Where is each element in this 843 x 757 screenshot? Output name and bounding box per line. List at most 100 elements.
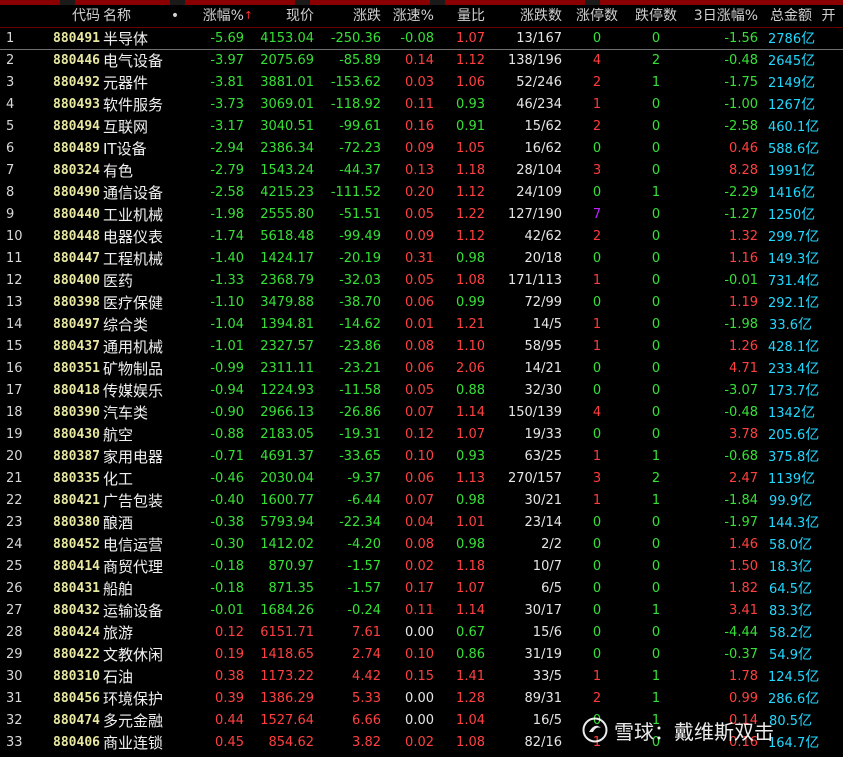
header-chg3[interactable]: 3日涨幅%: [690, 5, 758, 27]
sector-table-body: 1 880491 半导体 -5.69 4153.04 -250.36 -0.08 1.07 13…: [0, 28, 843, 754]
total-amount: 2149亿: [768, 72, 815, 94]
header-ud[interactable]: 涨跌数: [494, 5, 562, 27]
change-amount: -22.34: [339, 515, 381, 530]
header-dot[interactable]: •: [170, 5, 180, 27]
change-amount: 7.61: [352, 625, 381, 640]
table-row[interactable]: 13 880398 医疗保健 -1.10 3479.88 -38.70 0.06 0.99 72…: [0, 292, 843, 314]
table-row[interactable]: 18 880390 汽车类 -0.90 2966.13 -26.86 0.07 1.14 150…: [0, 402, 843, 424]
header-more[interactable]: 开: [814, 5, 843, 27]
change-percent: -3.73: [210, 97, 244, 112]
table-row[interactable]: 7 880324 有色 -2.79 1543.24 -44.37 0.13 1.18 28/10…: [0, 160, 843, 182]
table-row[interactable]: 1 880491 半导体 -5.69 4153.04 -250.36 -0.08 1.07 13…: [0, 28, 843, 50]
sector-name: 有色: [103, 162, 134, 180]
table-row[interactable]: 6 880489 IT设备 -2.94 2386.34 -72.23 0.09 1.05 16/…: [0, 138, 843, 160]
table-row[interactable]: 12 880400 医药 -1.33 2368.79 -32.03 0.05 1.08 171/…: [0, 270, 843, 292]
change-speed: 0.07: [405, 493, 434, 508]
total-amount-value: 233.4: [768, 362, 806, 377]
row-index: 21: [6, 471, 23, 486]
table-row[interactable]: 28 880424 旅游 0.12 6151.71 7.61 0.00 0.67 15/6 0 0 -…: [0, 622, 843, 644]
table-row[interactable]: 29 880422 文教休闲 0.19 1418.65 2.74 0.10 0.86 31/19…: [0, 644, 843, 666]
limit-up-count: 0: [592, 185, 602, 200]
total-amount: 1991亿: [768, 160, 815, 182]
header-chg[interactable]: 涨幅% ↑: [182, 5, 253, 27]
table-row[interactable]: 5 880494 互联网 -3.17 3040.51 -99.61 0.16 0.91 15/6…: [0, 116, 843, 138]
total-amount-unit: 亿: [805, 449, 820, 465]
total-amount-value: 99.9: [769, 494, 798, 509]
table-row[interactable]: 25 880414 商贸代理 -0.18 870.97 -1.57 0.02 1.18 10/7…: [0, 556, 843, 578]
change-percent: -0.88: [210, 427, 244, 442]
total-amount-unit: 亿: [805, 691, 820, 707]
table-row[interactable]: 21 880335 化工 -0.46 2030.04 -9.37 0.06 1.13 270/1…: [0, 468, 843, 490]
change-speed: 0.00: [405, 691, 434, 706]
header-code[interactable]: 代码: [28, 5, 100, 27]
header-price[interactable]: 现价: [250, 5, 314, 27]
volume-ratio: 1.04: [456, 713, 485, 728]
table-row[interactable]: 22 880421 广告包装 -0.40 1600.77 -6.44 0.07 0.98 30/…: [0, 490, 843, 512]
total-amount: 173.7亿: [768, 380, 819, 402]
volume-ratio: 1.07: [456, 31, 485, 46]
table-row[interactable]: 19 880430 航空 -0.88 2183.05 -19.31 0.12 1.07 19/3…: [0, 424, 843, 446]
table-row[interactable]: 17 880418 传媒娱乐 -0.94 1224.93 -11.58 0.05 0.88 32…: [0, 380, 843, 402]
change-percent: -2.94: [210, 141, 244, 156]
limit-down-count: 0: [651, 273, 661, 288]
limit-up-count: 4: [592, 405, 602, 420]
limit-down-count: 0: [651, 515, 661, 530]
header-amt[interactable]: 总金额: [768, 5, 812, 27]
header-lu[interactable]: 涨停数: [572, 5, 622, 27]
total-amount: 1250亿: [768, 204, 815, 226]
table-row[interactable]: 30 880310 石油 0.38 1173.22 4.42 0.15 1.41 33/5 1 1 1…: [0, 666, 843, 688]
table-row[interactable]: 23 880380 酿酒 -0.38 5793.94 -22.34 0.04 1.01 23/1…: [0, 512, 843, 534]
total-amount: 460.1亿: [768, 116, 819, 138]
sector-code: 880493: [53, 97, 100, 112]
change-amount: -38.70: [339, 295, 381, 310]
total-amount-unit: 亿: [798, 581, 812, 597]
limit-down-count: 1: [651, 691, 661, 706]
header-vr[interactable]: 量比: [438, 5, 485, 27]
table-row[interactable]: 31 880456 环境保护 0.39 1386.29 5.33 0.00 1.28 89/31…: [0, 688, 843, 710]
total-amount-unit: 亿: [798, 625, 812, 641]
table-row[interactable]: 8 880490 通信设备 -2.58 4215.23 -111.52 0.20 1.12 24…: [0, 182, 843, 204]
table-row[interactable]: 26 880431 船舶 -0.18 871.35 -1.57 0.17 1.07 6/5 0 0 1…: [0, 578, 843, 600]
header-ld[interactable]: 跌停数: [628, 5, 684, 27]
table-row[interactable]: 11 880447 工程机械 -1.40 1424.17 -20.19 0.31 0.98 20…: [0, 248, 843, 270]
table-row[interactable]: 27 880432 运输设备 -0.01 1684.26 -0.24 0.11 1.14 30/…: [0, 600, 843, 622]
table-row[interactable]: 32 880474 多元金融 0.44 1527.64 6.66 0.00 1.04 16/5 0…: [0, 710, 843, 732]
table-row[interactable]: 15 880437 通用机械 -1.01 2327.57 -23.86 0.08 1.10 58…: [0, 336, 843, 358]
change-amount: -23.21: [339, 361, 381, 376]
change-speed: 0.14: [405, 53, 434, 68]
sector-code: 880431: [53, 581, 100, 596]
table-row[interactable]: 9 880440 工业机械 -1.98 2555.80 -51.51 0.05 1.22 127…: [0, 204, 843, 226]
table-row[interactable]: 10 880448 电器仪表 -1.74 5618.48 -99.49 0.09 1.12 42…: [0, 226, 843, 248]
volume-ratio: 0.98: [456, 493, 485, 508]
table-row[interactable]: 24 880452 电信运营 -0.30 1412.02 -4.20 0.08 0.98 2/2…: [0, 534, 843, 556]
header-speed[interactable]: 涨速%: [386, 5, 434, 27]
table-row[interactable]: 14 880497 综合类 -1.04 1394.81 -14.62 0.01 1.21 14/…: [0, 314, 843, 336]
change-amount: -6.44: [347, 493, 381, 508]
table-row[interactable]: 4 880493 软件服务 -3.73 3069.01 -118.92 0.11 0.93 46…: [0, 94, 843, 116]
limit-up-count: 2: [592, 229, 602, 244]
row-index: 7: [6, 163, 15, 178]
sector-name: 环境保护: [103, 690, 164, 708]
row-index: 13: [6, 295, 23, 310]
row-index: 12: [6, 273, 23, 288]
current-price: 3069.01: [260, 97, 314, 112]
three-day-change: -0.48: [724, 53, 758, 68]
sector-name: 软件服务: [103, 96, 164, 114]
current-price: 2327.57: [260, 339, 314, 354]
header-diff[interactable]: 涨跌: [318, 5, 381, 27]
change-speed: -0.08: [400, 31, 434, 46]
table-row[interactable]: 33 880406 商业连锁 0.45 854.62 3.82 0.02 1.08 82/16 1…: [0, 732, 843, 754]
up-down-count: 63/25: [524, 449, 562, 464]
limit-up-count: 2: [592, 75, 602, 90]
change-amount: 5.33: [352, 691, 381, 706]
header-name[interactable]: 名称: [103, 5, 175, 27]
total-amount-value: 375.8: [768, 450, 806, 465]
table-row[interactable]: 16 880351 矿物制品 -0.99 2311.11 -23.21 0.06 2.06 14…: [0, 358, 843, 380]
table-row[interactable]: 2 880446 电气设备 -3.97 2075.69 -85.89 0.14 1.12 138…: [0, 50, 843, 72]
table-row[interactable]: 20 880387 家用电器 -0.71 4691.37 -33.65 0.10 0.93 63…: [0, 446, 843, 468]
table-row[interactable]: 3 880492 元器件 -3.81 3881.01 -153.62 0.03 1.06 52/…: [0, 72, 843, 94]
total-amount-value: 83.3: [769, 604, 798, 619]
change-percent: -0.71: [210, 449, 244, 464]
total-amount: 1267亿: [768, 94, 815, 116]
limit-down-count: 0: [651, 647, 661, 662]
